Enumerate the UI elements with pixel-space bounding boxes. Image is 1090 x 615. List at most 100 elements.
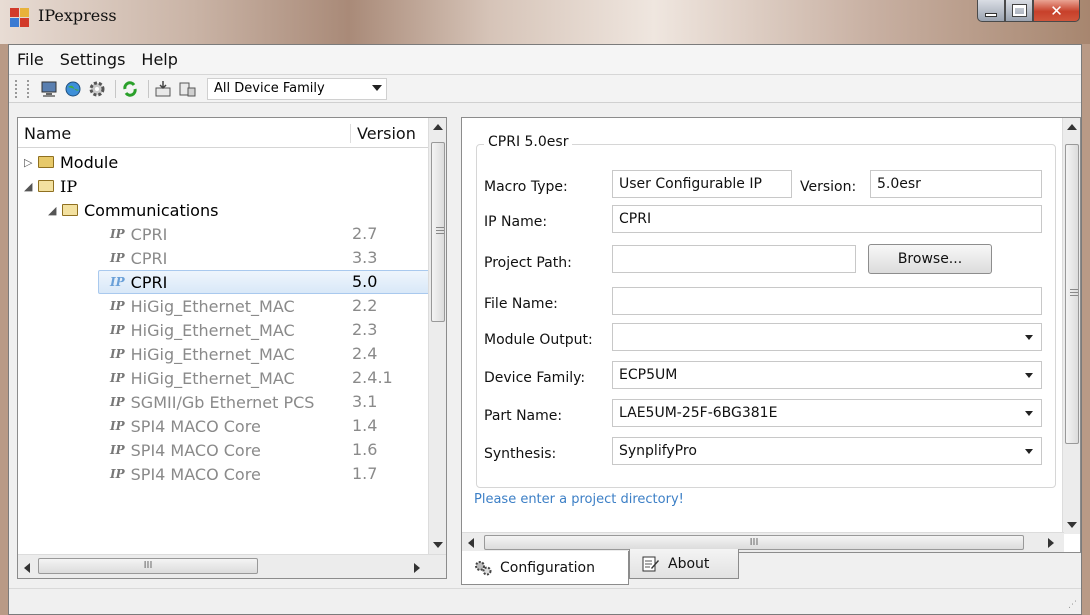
tree-item[interactable]: IP HiGig_Ethernet_MAC 2.3 [18, 318, 430, 342]
device-family-filter[interactable]: All Device Family [207, 77, 387, 100]
gear-icon[interactable] [87, 79, 107, 99]
refresh-icon[interactable] [120, 79, 140, 99]
scroll-left-icon[interactable] [468, 538, 474, 548]
chevron-down-icon [1025, 335, 1033, 340]
synthesis-select[interactable]: SynplifyPro [612, 437, 1042, 465]
ip-tree-panel: Name Version ▷ Module ◢ IP ◢ Communicati… [17, 117, 447, 579]
toolbar-separator [148, 79, 149, 98]
tab-configuration-label: Configuration [500, 559, 595, 576]
tree-item[interactable]: IP HiGig_Ethernet_MAC 2.4 [18, 342, 430, 366]
globe-icon[interactable] [63, 79, 83, 99]
tree-vertical-scroll-thumb[interactable] [431, 142, 445, 322]
minimize-icon [985, 12, 997, 17]
tab-about[interactable]: About [629, 549, 739, 579]
tree-item[interactable]: IP HiGig_Ethernet_MAC 2.2 [18, 294, 430, 318]
status-bar: ⋰ [9, 588, 1081, 614]
ip-core-icon: IP [110, 419, 125, 433]
file-name-input[interactable] [612, 287, 1042, 315]
window-controls: ✕ [977, 0, 1080, 22]
scroll-down-icon[interactable] [1067, 522, 1077, 528]
scroll-right-icon[interactable] [1048, 538, 1054, 548]
part-name-label: Part Name: [484, 408, 563, 424]
macro-type-field[interactable]: User Configurable IP [612, 170, 792, 198]
module-output-label: Module Output: [484, 332, 593, 348]
toolbar-grip[interactable] [15, 79, 19, 98]
tree-vertical-scrollbar[interactable] [428, 118, 446, 554]
close-icon: ✕ [1050, 1, 1063, 20]
tab-configuration[interactable]: Configuration [461, 551, 629, 585]
chevron-down-icon [1025, 449, 1033, 454]
tree-node-module[interactable]: ▷ Module [18, 150, 430, 174]
scroll-right-icon[interactable] [414, 563, 420, 573]
resize-grip-icon[interactable]: ⋰ [1068, 600, 1077, 610]
ip-core-icon: IP [110, 299, 125, 313]
project-path-input[interactable] [612, 245, 856, 273]
tree-item[interactable]: IP SPI4 MACO Core 1.4 [18, 414, 430, 438]
ip-core-icon: IP [110, 251, 125, 265]
minimize-button[interactable] [977, 0, 1005, 22]
tree-node-ip[interactable]: ◢ IP [18, 174, 430, 198]
tree-item[interactable]: IP HiGig_Ethernet_MAC 2.4.1 [18, 366, 430, 390]
tree-item[interactable]: IP SPI4 MACO Core 1.7 [18, 462, 430, 486]
config-horizontal-scroll-thumb[interactable]: III [484, 535, 1024, 550]
status-message: Please enter a project directory! [474, 492, 684, 507]
tree-horizontal-scroll-thumb[interactable]: III [38, 558, 258, 574]
menu-help[interactable]: Help [141, 50, 177, 69]
synthesis-label: Synthesis: [484, 446, 557, 462]
maximize-icon [1011, 4, 1027, 17]
maximize-button[interactable] [1005, 0, 1033, 22]
scroll-up-icon[interactable] [433, 124, 443, 130]
scroll-left-icon[interactable] [24, 563, 30, 573]
main-window: File Settings Help All Device Family Nam… [8, 44, 1082, 615]
tree-horizontal-scrollbar[interactable]: III [18, 554, 446, 578]
toolbar-grip[interactable] [27, 79, 31, 98]
configuration-panel: CPRI 5.0esr Macro Type: User Configurabl… [461, 117, 1081, 553]
config-vertical-scroll-thumb[interactable] [1065, 144, 1079, 444]
collapse-icon[interactable]: ◢ [24, 180, 38, 193]
tab-about-label: About [668, 555, 710, 572]
close-button[interactable]: ✕ [1033, 0, 1080, 22]
tree-item-version: 1.4 [352, 416, 378, 435]
tree-item-version: 5.0 [352, 272, 378, 291]
tree-item-name: SPI4 MACO Core [130, 416, 261, 436]
scroll-down-icon[interactable] [433, 542, 443, 548]
column-name-header[interactable]: Name [24, 124, 71, 143]
tree-item-name: SGMII/Gb Ethernet PCS [130, 392, 315, 412]
document-edit-icon [642, 556, 660, 572]
menu-settings[interactable]: Settings [60, 50, 126, 69]
module-output-select[interactable] [612, 323, 1042, 351]
chevron-down-icon [1025, 411, 1033, 416]
expand-icon[interactable]: ▷ [24, 156, 38, 169]
device-family-select[interactable]: ECP5UM [612, 361, 1042, 389]
scroll-up-icon[interactable] [1067, 124, 1077, 130]
version-field[interactable]: 5.0esr [870, 170, 1042, 198]
menu-file[interactable]: File [17, 50, 44, 69]
tree-item[interactable]: IP SGMII/Gb Ethernet PCS 3.1 [18, 390, 430, 414]
tree-item-version: 2.4 [352, 344, 378, 363]
part-name-select[interactable]: LAE5UM-25F-6BG381E [612, 399, 1042, 427]
toolbar-separator [115, 79, 116, 98]
tree-item[interactable]: IP SPI4 MACO Core 1.6 [18, 438, 430, 462]
collapse-icon[interactable]: ◢ [48, 204, 62, 217]
tree-item-version: 2.4.1 [352, 368, 393, 387]
tree-item[interactable]: IP CPRI 2.7 [18, 222, 430, 246]
tree-item[interactable]: IP CPRI 3.3 [18, 246, 430, 270]
config-vertical-scrollbar[interactable] [1062, 118, 1080, 534]
column-version-header[interactable]: Version [350, 124, 416, 143]
import-icon[interactable] [153, 79, 173, 99]
tree-item-version: 2.3 [352, 320, 378, 339]
browse-button[interactable]: Browse... [868, 244, 992, 274]
config-horizontal-scrollbar[interactable]: III [462, 532, 1064, 552]
tree-node-communications[interactable]: ◢ Communications [18, 198, 430, 222]
ip-name-label: IP Name: [484, 214, 548, 230]
export-icon[interactable] [177, 79, 197, 99]
ip-core-icon: IP [110, 323, 125, 337]
ip-name-field[interactable]: CPRI [612, 205, 1042, 233]
gears-icon [474, 560, 492, 576]
tree-item-version: 2.7 [352, 224, 378, 243]
tree-item-selected[interactable]: IP CPRI 5.0 [18, 270, 430, 294]
config-group-title: CPRI 5.0esr [484, 134, 573, 150]
ip-core-icon: IP [110, 395, 125, 409]
tree-item-version: 2.2 [352, 296, 378, 315]
computer-icon[interactable] [39, 79, 59, 99]
